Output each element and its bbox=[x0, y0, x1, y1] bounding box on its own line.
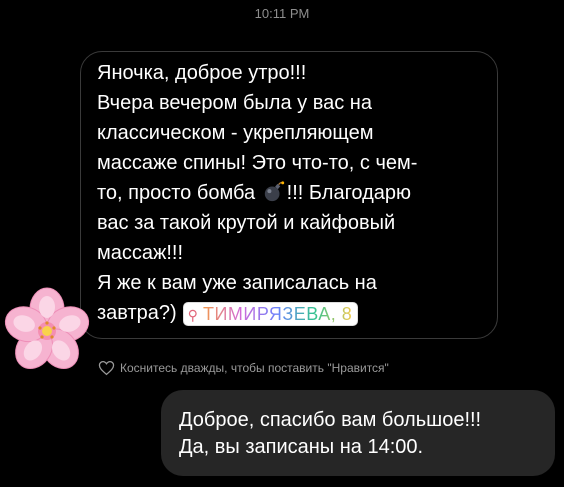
message-line: Вчера вечером была у вас на bbox=[97, 92, 372, 114]
heart-outline-icon bbox=[98, 360, 115, 376]
double-tap-like-hint[interactable]: Коснитесь дважды, чтобы поставить "Нрави… bbox=[98, 360, 389, 376]
message-line: Доброе, спасибо вам большое!!! bbox=[179, 409, 482, 431]
location-sticker-label: ТИМИРЯЗЕВА, 8 bbox=[202, 303, 353, 324]
outgoing-message-bubble[interactable]: Доброе, спасибо вам большое!!! Да, вы за… bbox=[161, 390, 555, 476]
like-hint-text: Коснитесь дважды, чтобы поставить "Нрави… bbox=[120, 361, 389, 375]
location-sticker[interactable]: ⚲ ТИМИРЯЗЕВА, 8 bbox=[182, 301, 359, 326]
incoming-message-text: Яночка, доброе утро!!! Вчера вечером был… bbox=[97, 58, 492, 328]
map-pin-icon: ⚲ bbox=[187, 306, 198, 323]
message-line: Я же к вам уже записалась на bbox=[97, 272, 377, 294]
message-line: массаже спины! Это что-то, с чем- bbox=[97, 152, 418, 174]
message-line: Да, вы записаны на 14:00. bbox=[179, 436, 424, 458]
message-line: вас за такой крутой и кайфовый bbox=[97, 212, 396, 234]
message-line: завтра?) ⚲ ТИМИРЯЗЕВА, 8 bbox=[97, 298, 492, 328]
message-line: массаж!!! bbox=[97, 242, 184, 264]
message-line: классическом - укрепляющем bbox=[97, 122, 374, 144]
message-line: то, просто бомба !!! Благодарю bbox=[97, 181, 412, 204]
pink-flower-icon[interactable] bbox=[2, 286, 92, 376]
message-timestamp: 10:11 PM bbox=[254, 6, 310, 21]
bomb-emoji-icon bbox=[264, 181, 284, 202]
message-line: Яночка, доброе утро!!! bbox=[97, 62, 307, 84]
